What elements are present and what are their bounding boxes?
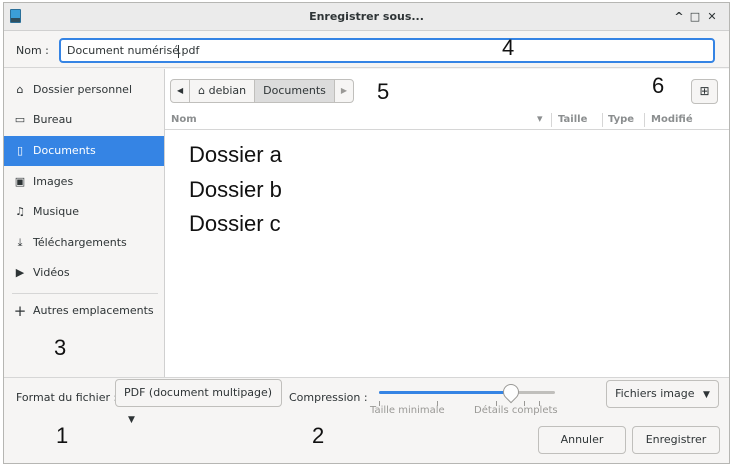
sidebar-divider bbox=[12, 293, 158, 294]
sidebar-item-downloads[interactable]: ⤓ Téléchargements bbox=[4, 228, 164, 258]
new-folder-button[interactable]: ⊞ bbox=[691, 79, 718, 104]
sidebar-item-home[interactable]: ⌂ Dossier personnel bbox=[4, 75, 164, 105]
annotation-5: 5 bbox=[377, 79, 390, 104]
sidebar-item-music[interactable]: ♫ Musique bbox=[4, 197, 164, 227]
document-icon: ▯ bbox=[16, 144, 24, 157]
column-header: Nom ▾ Taille Type Modifié bbox=[165, 110, 729, 130]
annotation-3: 3 bbox=[54, 335, 67, 360]
file-row[interactable]: Dossier b bbox=[189, 177, 282, 203]
video-icon: ▶ bbox=[15, 266, 25, 279]
path-segment-documents[interactable]: Documents bbox=[255, 80, 335, 102]
sidebar-item-label: Documents bbox=[33, 144, 96, 157]
music-icon: ♫ bbox=[15, 205, 25, 218]
sidebar-item-label: Bureau bbox=[33, 113, 73, 126]
save-dialog: Enregistrer sous... ^ □ ✕ Nom : Document… bbox=[3, 2, 730, 464]
path-forward-icon[interactable]: ▶ bbox=[335, 80, 353, 102]
sidebar-item-desktop[interactable]: ▭ Bureau bbox=[4, 105, 164, 135]
slider-fill bbox=[379, 391, 511, 394]
annotation-1: 1 bbox=[56, 423, 69, 448]
plus-icon: + bbox=[13, 302, 27, 320]
places-sidebar: ⌂ Dossier personnel ▭ Bureau ▯ Documents… bbox=[4, 69, 165, 377]
file-name-text: Document numérisé bbox=[67, 44, 179, 57]
save-button[interactable]: Enregistrer bbox=[632, 426, 720, 454]
sidebar-item-label: Dossier personnel bbox=[33, 83, 133, 96]
format-dropdown[interactable]: PDF (document multipage) ▼ bbox=[115, 379, 282, 425]
file-name-extension: .pdf bbox=[178, 44, 200, 57]
annotation-2: 2 bbox=[312, 423, 325, 448]
sidebar-item-label: Vidéos bbox=[33, 266, 70, 279]
path-back-icon[interactable]: ◀ bbox=[171, 80, 191, 102]
title-bar[interactable]: Enregistrer sous... ^ □ ✕ bbox=[4, 3, 729, 31]
file-row[interactable]: Dossier c bbox=[189, 211, 281, 237]
download-icon: ⤓ bbox=[17, 236, 23, 249]
chevron-down-icon: ▼ bbox=[703, 390, 710, 400]
column-modified[interactable]: Modifié bbox=[651, 114, 693, 125]
name-bar: Nom : Document numérisé.pdf bbox=[4, 32, 729, 68]
new-folder-icon: ⊞ bbox=[699, 84, 710, 98]
file-filter-dropdown[interactable]: Fichiers image ▼ bbox=[606, 380, 719, 408]
annotation-6: 6 bbox=[652, 73, 665, 98]
window-title: Enregistrer sous... bbox=[309, 10, 424, 23]
minimize-icon[interactable]: ^ bbox=[672, 10, 686, 23]
name-label: Nom : bbox=[16, 44, 49, 57]
home-icon: ⌂ bbox=[16, 83, 24, 96]
file-browser: ◀ ⌂ debian Documents ▶ 5 6 ⊞ Nom ▾ Taill… bbox=[165, 69, 729, 377]
chevron-down-icon: ▼ bbox=[128, 415, 135, 425]
column-type[interactable]: Type bbox=[608, 114, 634, 125]
sidebar-item-label: Autres emplacements bbox=[33, 304, 154, 317]
path-segment-home[interactable]: ⌂ debian bbox=[190, 80, 256, 102]
max-detail-label: Détails complets bbox=[474, 405, 558, 416]
path-segment-label: debian bbox=[208, 84, 247, 97]
path-bar: ◀ ⌂ debian Documents ▶ bbox=[170, 79, 355, 103]
format-label: Format du fichier : bbox=[16, 391, 118, 404]
image-icon: ▣ bbox=[14, 175, 26, 188]
sort-down-icon[interactable]: ▾ bbox=[537, 112, 543, 125]
file-row[interactable]: Dossier a bbox=[189, 142, 282, 168]
sidebar-item-documents[interactable]: ▯ Documents bbox=[4, 136, 164, 166]
sidebar-item-videos[interactable]: ▶ Vidéos bbox=[4, 258, 164, 288]
sidebar-item-images[interactable]: ▣ Images bbox=[4, 167, 164, 197]
column-separator bbox=[551, 113, 552, 127]
min-size-label: Taille minimale bbox=[370, 405, 445, 416]
column-separator bbox=[644, 113, 645, 127]
filter-value: Fichiers image bbox=[615, 387, 695, 400]
maximize-icon[interactable]: □ bbox=[688, 10, 702, 23]
sidebar-item-label: Images bbox=[33, 175, 74, 188]
column-name[interactable]: Nom bbox=[171, 114, 197, 125]
column-separator bbox=[602, 113, 603, 127]
compression-label: Compression : bbox=[289, 391, 368, 404]
close-icon[interactable]: ✕ bbox=[705, 10, 719, 23]
format-value: PDF (document multipage) bbox=[124, 386, 273, 399]
sidebar-item-label: Téléchargements bbox=[33, 236, 127, 249]
sidebar-item-label: Musique bbox=[33, 205, 79, 218]
column-size[interactable]: Taille bbox=[558, 114, 587, 125]
cancel-button[interactable]: Annuler bbox=[538, 426, 626, 454]
folder-icon: ▭ bbox=[14, 113, 26, 126]
sidebar-item-other-locations[interactable]: + Autres emplacements bbox=[4, 296, 164, 326]
compression-slider[interactable] bbox=[379, 380, 555, 404]
file-name-input[interactable]: Document numérisé.pdf bbox=[59, 38, 715, 63]
home-icon: ⌂ bbox=[198, 84, 206, 97]
annotation-4: 4 bbox=[502, 35, 515, 60]
